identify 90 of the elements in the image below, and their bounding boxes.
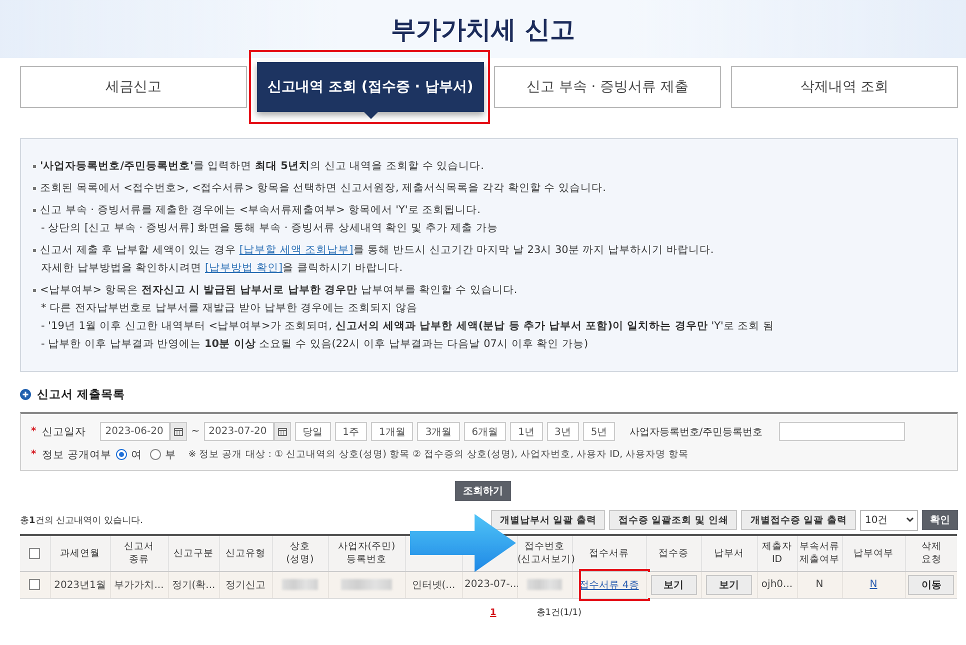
redacted-block xyxy=(341,578,392,590)
notice-text: - 납부한 이후 납부결과 반영에는 10분 이상 소요될 수 있음(22시 이후 납부결과는 다음날 07시 이후 확인 가능) xyxy=(41,337,588,352)
calendar-icon[interactable] xyxy=(274,422,291,442)
required-mark: * xyxy=(31,426,36,438)
period-button[interactable]: 1주 xyxy=(334,422,367,442)
period-button[interactable]: 3년 xyxy=(546,422,579,442)
radio-button[interactable] xyxy=(150,449,162,460)
column-header: 신고구분 xyxy=(174,548,214,559)
field-label: 신고일자 xyxy=(42,424,88,439)
notice-text: <납부여부> 항목은 전자신고 시 발급된 납부서로 납부한 경우만 납부여부를 확인할 수 있습니다. xyxy=(40,283,518,298)
id-input-field[interactable] xyxy=(778,422,905,442)
radio-label: 부 xyxy=(165,448,176,462)
tab[interactable]: 신고내역 조회 (접수증 · 납부서) xyxy=(257,62,484,112)
notice-text: 조회된 목록에서 <접수번호>, <접수서류> 항목을 선택하면 신고서원장, 제출서식목록을 각각 확인할 수 있습니다. xyxy=(40,181,606,196)
column-header: 접수번호 (신고서보기) xyxy=(518,541,575,566)
bullet-icon xyxy=(33,186,36,190)
tab-pointer-icon xyxy=(364,112,378,119)
column-header: 신고서 종류 xyxy=(124,541,154,566)
note-text: ※ 정보 공개 대상 : ① 신고내역의 상호(성명) 항목 ② 접수증의 상호(성명), 사업자번호, 사용자 ID, 사용자명 항목 xyxy=(188,448,689,462)
radio-button[interactable] xyxy=(116,449,128,460)
column-header: 신고유형 xyxy=(226,548,266,559)
table-cell: N xyxy=(816,579,824,590)
table-cell: 정기(확... xyxy=(172,580,216,590)
notice-text: * 다른 전자납부번호로 납부서를 재발급 받아 납부한 경우에는 조회되지 않음 xyxy=(41,301,418,316)
notice-link[interactable]: [납부방법 확인] xyxy=(205,262,283,274)
bullet-icon xyxy=(33,208,36,212)
bullet-icon xyxy=(33,248,36,252)
table-cell: ojh0... xyxy=(761,579,793,590)
date-field[interactable]: 2023-06-20 xyxy=(100,422,170,442)
page-title: 부가가치세 신고 xyxy=(391,14,575,46)
column-header: 접수서류 xyxy=(589,548,629,559)
search-button[interactable]: 조회하기 xyxy=(455,481,511,501)
plus-circle-icon xyxy=(20,388,31,400)
notice-link[interactable]: [납부할 세액 조회납부] xyxy=(239,244,354,256)
page-summary: 총1건(1/1) xyxy=(536,606,582,618)
period-button[interactable]: 당일 xyxy=(294,422,331,442)
table-cell: 정기신고 xyxy=(226,580,266,590)
print-button[interactable]: 접수증 일괄조회 및 인쇄 xyxy=(609,510,738,530)
period-button[interactable]: 5년 xyxy=(582,422,616,442)
view-button[interactable]: 보기 xyxy=(650,574,696,594)
field-label: 사업자등록번호/주민등록번호 xyxy=(629,426,763,439)
print-button[interactable]: 개별접수증 일괄 출력 xyxy=(741,510,856,530)
notice-text: - '19년 1월 이후 신고한 내역부터 <납부여부>가 조회되며, 신고서의 세액과 납부한 세액(분납 등 추가 납부서 포함)이 일치하는 경우만 'Y'로 조회 됨 xyxy=(41,319,774,334)
required-mark: * xyxy=(31,449,36,460)
notice-text: - 상단의 [신고 부속 · 증빙서류] 화면을 통해 부속 · 증빙서류 상세내역 확인 및 추가 제출 가능 xyxy=(41,221,498,236)
checkbox[interactable] xyxy=(29,578,40,590)
redacted-block xyxy=(527,578,562,590)
column-header: 제출자 ID xyxy=(762,541,792,566)
period-button[interactable]: 1년 xyxy=(510,422,542,442)
notice-text: '사업자등록번호/주민등록번호'를 입력하면 최대 5년치의 신고 내역을 조회할 수 있습니다. xyxy=(40,159,484,174)
tab[interactable]: 신고 부속 · 증빙서류 제출 xyxy=(494,66,721,108)
date-field[interactable]: 2023-07-20 xyxy=(204,422,274,442)
period-button[interactable]: 3개월 xyxy=(417,422,460,442)
checkbox[interactable] xyxy=(29,548,40,559)
bullet-icon xyxy=(33,288,36,292)
notice-text: 자세한 납부방법을 확인하시려면 [납부방법 확인]을 클릭하시기 바랍니다. xyxy=(41,261,403,276)
bullet-icon xyxy=(33,164,36,168)
column-header: 부속서류 제출여부 xyxy=(800,541,840,566)
page-size-select[interactable]: 10건 xyxy=(860,510,918,530)
period-button[interactable]: 1개월 xyxy=(371,422,414,442)
notice-text: 신고서 제출 후 납부할 세액이 있는 경우 [납부할 세액 조회납부]를 통해 반드시 신고기간 마지막 날 23시 30분 까지 납부하시기 바랍니다. xyxy=(40,243,714,258)
field-label: 정보 공개여부 xyxy=(42,448,112,462)
table-cell: 부가가치... xyxy=(114,580,164,590)
column-header: 삭제 요청 xyxy=(921,541,942,566)
table-cell: 2023년1월 xyxy=(54,580,106,590)
view-button[interactable]: 이동 xyxy=(908,574,954,594)
radio-label: 여 xyxy=(131,448,142,462)
view-button[interactable]: 보기 xyxy=(706,574,752,594)
range-separator: ~ xyxy=(191,426,200,438)
table-cell: 인터넷(... xyxy=(412,580,456,590)
result-summary: 총1건의 신고내역이 있습니다. xyxy=(20,514,144,526)
chevron-down-icon xyxy=(906,517,914,523)
period-button[interactable]: 6개월 xyxy=(464,422,506,442)
confirm-button[interactable]: 확인 xyxy=(922,510,958,530)
tab[interactable]: 삭제내역 조회 xyxy=(731,66,958,108)
redacted-block xyxy=(282,578,318,590)
cell-link[interactable]: N xyxy=(870,579,878,590)
page-link[interactable]: 1 xyxy=(490,606,496,618)
tab[interactable]: 세금신고 xyxy=(20,66,247,108)
column-header: 상호 (성명) xyxy=(286,541,314,566)
section-title: 신고서 제출목록 xyxy=(37,386,126,402)
table-cell: 2023-07-... xyxy=(464,579,520,590)
column-header: 납부서 xyxy=(714,548,744,559)
column-header: 과세연월 xyxy=(60,548,100,559)
print-button[interactable]: 개별납부서 일괄 출력 xyxy=(490,510,606,530)
column-header: 접수증 xyxy=(658,548,688,559)
column-header: 납부여부 xyxy=(854,548,894,559)
calendar-icon[interactable] xyxy=(170,422,188,442)
notice-text: 신고 부속 · 증빙서류를 제출한 경우에는 <부속서류제출여부> 항목에서 'Y'로 조회됩니다. xyxy=(40,203,480,218)
column-header: 사업자(주민) 등록번호 xyxy=(338,541,396,566)
